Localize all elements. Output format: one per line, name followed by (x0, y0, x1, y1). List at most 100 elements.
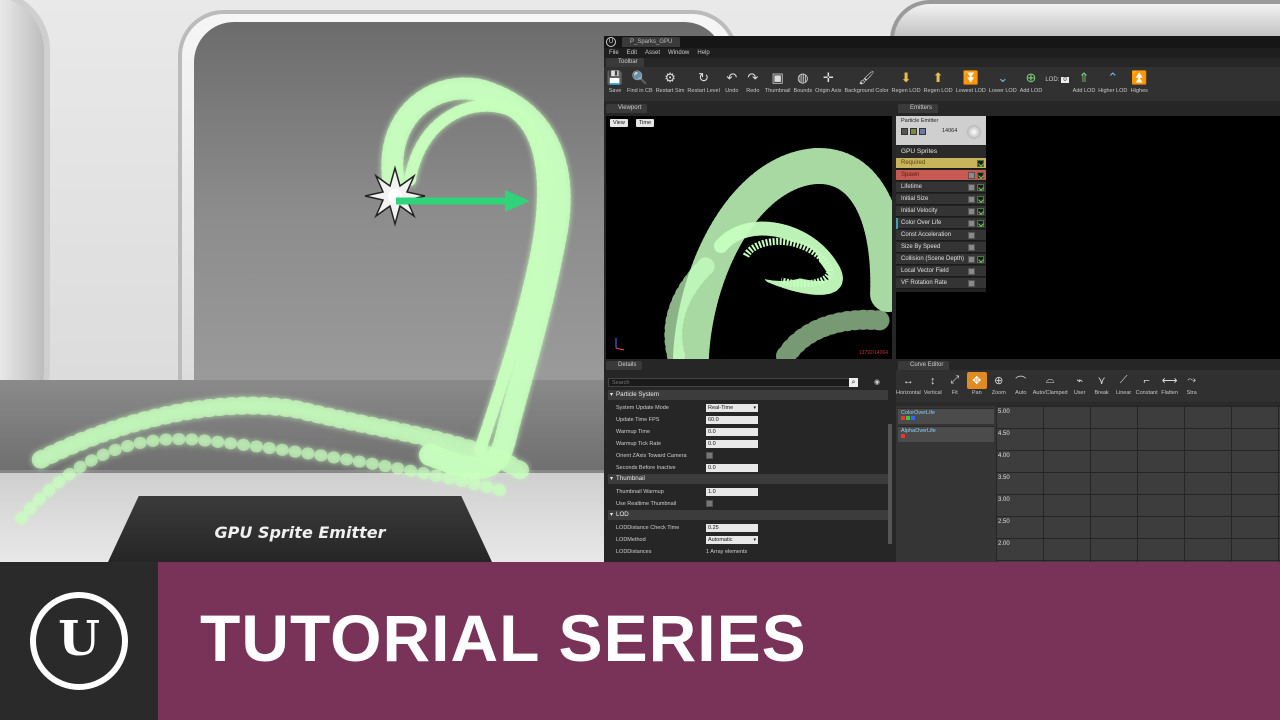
emitter-solo-icon[interactable] (910, 128, 917, 135)
pan-button[interactable]: ✥ Pan (966, 370, 987, 402)
curve-toggle-icon[interactable] (977, 172, 984, 179)
undo-button[interactable]: ↶ Undo (723, 67, 741, 94)
viewport-panel-tab[interactable]: Viewport (606, 104, 648, 113)
module-enable-checkbox[interactable] (968, 280, 975, 287)
particle-viewport[interactable]: View Time 13792/14064 (606, 116, 892, 359)
module-item[interactable]: Initial Velocity (896, 206, 986, 217)
view-button[interactable]: View (610, 119, 628, 127)
red-channel-icon[interactable] (901, 416, 905, 420)
details-section-header[interactable]: Thumbnail (608, 474, 888, 484)
property-number-input[interactable]: 0.0 (706, 428, 758, 436)
restart-sim-button[interactable]: ⚙ Restart Sim (656, 67, 685, 94)
zoom-button[interactable]: ⊕ Zoom (989, 370, 1009, 402)
emitter-type-module[interactable]: GPU Sprites (896, 146, 986, 158)
highest-lod-button[interactable]: ⏫ Highes (1130, 67, 1148, 94)
auto-clamped-button[interactable]: ⌓ Auto/Clamped (1033, 370, 1068, 402)
user-button[interactable]: ⌁ User (1070, 370, 1090, 402)
green-channel-icon[interactable] (906, 416, 910, 420)
module-item[interactable]: Collision (Scene Depth) (896, 254, 986, 265)
toolbar-panel-tab[interactable]: Toolbar (606, 58, 644, 67)
module-item[interactable]: Local Vector Field (896, 266, 986, 277)
property-dropdown[interactable]: Automatic (706, 536, 758, 544)
details-panel-tab[interactable]: Details (606, 361, 643, 370)
bounds-button[interactable]: ◍ Bounds (794, 67, 813, 94)
curve-toggle-icon[interactable] (977, 196, 984, 203)
stra-button[interactable]: ⤳ Stra (1182, 370, 1202, 402)
menu-help[interactable]: Help (697, 50, 709, 56)
menu-file[interactable]: File (609, 50, 619, 56)
module-enable-checkbox[interactable] (968, 256, 975, 263)
document-tab[interactable]: P_Sparks_GPU (622, 37, 681, 47)
module-item[interactable]: Lifetime (896, 182, 986, 193)
break-button[interactable]: ⋎ Break (1092, 370, 1112, 402)
details-scrollbar[interactable] (888, 424, 892, 544)
restart-level-button[interactable]: ↻ Restart Level (687, 67, 719, 94)
module-enable-checkbox[interactable] (968, 268, 975, 275)
higher-lod-button[interactable]: ⌃ Higher LOD (1098, 67, 1127, 94)
lower-lod-button[interactable]: ⌄ Lower LOD (989, 67, 1017, 94)
module-enable-checkbox[interactable] (968, 220, 975, 227)
property-checkbox[interactable] (706, 500, 713, 507)
eye-icon[interactable]: ◉ (874, 378, 880, 386)
lowest-lod-button[interactable]: ⏬ Lowest LOD (956, 67, 986, 94)
redo-button[interactable]: ↷ Redo (744, 67, 762, 94)
origin-axis-button[interactable]: ✛ Origin Axis (815, 67, 841, 94)
property-number-input[interactable]: 60.0 (706, 416, 758, 424)
property-number-input[interactable]: 0.25 (706, 524, 758, 532)
curve-toggle-icon[interactable] (977, 256, 984, 263)
property-checkbox[interactable] (706, 452, 713, 459)
module-enable-checkbox[interactable] (968, 172, 975, 179)
find-in-cb-button[interactable]: 🔍 Find in CB (627, 67, 653, 94)
search-icon[interactable]: ⌕ (849, 378, 858, 387)
module-enable-checkbox[interactable] (968, 244, 975, 251)
fit-button[interactable]: ⤢ Fit (945, 370, 965, 402)
module-item[interactable]: Spawn (896, 170, 986, 181)
module-item[interactable]: Color Over Life (896, 218, 986, 229)
menu-edit[interactable]: Edit (627, 50, 637, 56)
curve-toggle-icon[interactable] (977, 208, 984, 215)
details-search-input[interactable]: Search (608, 378, 856, 387)
add-lod-button-right[interactable]: ⇑ Add LOD (1073, 67, 1096, 94)
emitter-column[interactable]: Particle Emitter 14064 GPU Sprites Requi… (896, 116, 986, 292)
emitter-render-icon[interactable] (919, 128, 926, 135)
curve-item-alpha-over-life[interactable]: AlphaOverLife (898, 426, 994, 442)
add-lod-button[interactable]: ⊕ Add LOD (1020, 67, 1043, 94)
blue-channel-icon[interactable] (911, 416, 915, 420)
menu-window[interactable]: Window (668, 50, 689, 56)
curve-editor-panel-tab[interactable]: Curve Editor (898, 361, 950, 370)
property-number-input[interactable]: 1.0 (706, 488, 758, 496)
property-number-input[interactable]: 0.0 (706, 440, 758, 448)
regen-lod-button-2[interactable]: ⬆ Regen LOD (924, 67, 953, 94)
auto-button[interactable]: ⌒ Auto (1011, 370, 1031, 402)
emitters-panel-tab[interactable]: Emitters (898, 104, 939, 113)
regen-lod-button[interactable]: ⬇ Regen LOD (892, 67, 921, 94)
curve-toggle-icon[interactable] (977, 184, 984, 191)
module-item[interactable]: Size By Speed (896, 242, 986, 253)
emitter-header[interactable]: Particle Emitter 14064 (896, 116, 986, 145)
emitter-enable-icon[interactable] (901, 128, 908, 135)
module-item[interactable]: Initial Size (896, 194, 986, 205)
background-color-button[interactable]: 🖌 Background Color (844, 67, 888, 94)
menu-asset[interactable]: Asset (645, 50, 660, 56)
property-number-input[interactable]: 0.0 (706, 464, 758, 472)
module-item[interactable]: Const Acceleration (896, 230, 986, 241)
thumbnail-button[interactable]: ▣ Thumbnail (765, 67, 791, 94)
module-enable-checkbox[interactable] (968, 196, 975, 203)
constant-button[interactable]: ⌐ Constant (1136, 370, 1158, 402)
property-dropdown[interactable]: Real-Time (706, 404, 758, 412)
module-enable-checkbox[interactable] (968, 208, 975, 215)
module-item[interactable]: Required (896, 158, 986, 169)
module-enable-checkbox[interactable] (968, 232, 975, 239)
time-button[interactable]: Time (636, 119, 655, 127)
curve-graph[interactable]: 5.00 4.50 4.00 3.50 3.00 2.50 2.00 (996, 406, 1280, 562)
module-item[interactable]: VF Rotation Rate (896, 278, 986, 289)
linear-button[interactable]: ⟋ Linear (1114, 370, 1134, 402)
save-button[interactable]: 💾 Save (606, 67, 624, 94)
curve-toggle-icon[interactable] (977, 220, 984, 227)
horizontal-button[interactable]: ↔ Horizontal (896, 370, 921, 402)
curve-item-color-over-life[interactable]: ColorOverLife (898, 408, 994, 424)
flatten-button[interactable]: ⟷ Flatten (1160, 370, 1180, 402)
module-enable-checkbox[interactable] (968, 184, 975, 191)
curve-toggle-icon[interactable] (977, 160, 984, 167)
lod-indicator[interactable]: LOD: 0 (1045, 77, 1069, 83)
